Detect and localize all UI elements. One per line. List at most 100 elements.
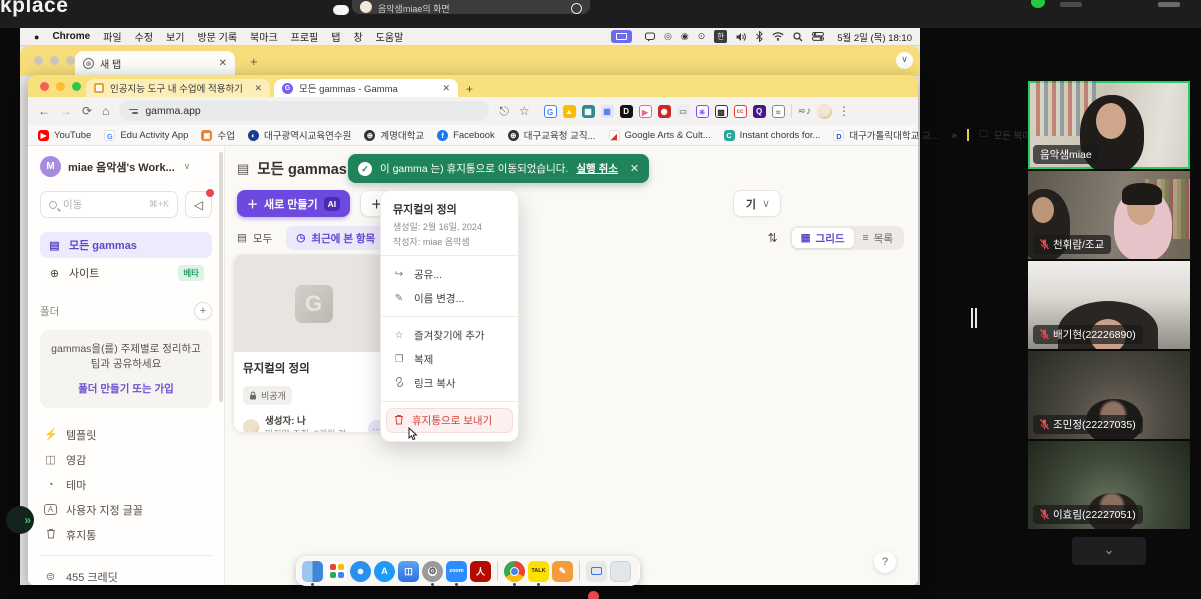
gamma-card[interactable]: G 뮤지컬의 정의 비공개 생성자: 나 마지막 — [233, 254, 394, 433]
home-icon[interactable]: ⌂ — [102, 104, 109, 118]
stop-share-icon[interactable] — [571, 3, 582, 14]
close-tab-icon[interactable]: ✕ — [254, 83, 262, 94]
wifi-icon[interactable] — [772, 32, 784, 41]
window-traffic-lights[interactable] — [40, 82, 81, 91]
launchpad-icon[interactable] — [326, 561, 347, 582]
gamma-extension-icon[interactable]: D — [620, 105, 633, 118]
profile-avatar[interactable] — [817, 104, 832, 119]
menu-item-duplicate[interactable]: ❐복제 — [381, 347, 518, 371]
drive-extension-icon[interactable]: ▲ — [563, 105, 576, 118]
cc-extension-icon[interactable]: cc — [734, 105, 747, 118]
q-extension-icon[interactable]: Q — [753, 105, 766, 118]
help-button[interactable]: ? — [874, 551, 896, 573]
bookmark-daegu-edu[interactable]: ◐대구광역시교육연수원 — [248, 128, 351, 142]
books-icon[interactable]: ◫ — [398, 561, 419, 582]
sort-icon[interactable]: ⇅ — [768, 231, 778, 245]
share-page-icon[interactable]: ⎋ — [499, 104, 509, 119]
translate-extension-icon[interactable]: G — [544, 105, 557, 118]
acrobat-icon[interactable]: 人 — [470, 561, 491, 582]
participant-video[interactable]: 음악샘miae — [1028, 81, 1190, 169]
control-center-icon[interactable] — [812, 32, 824, 41]
window-traffic-lights[interactable] — [34, 56, 75, 65]
participant-video[interactable]: 조민정(22227035) — [1028, 351, 1190, 439]
list-view-button[interactable]: ≡목록 — [854, 228, 902, 248]
create-folder-link[interactable]: 폴더 만들기 또는 가입 — [48, 381, 204, 396]
app-store-icon[interactable]: A — [374, 561, 395, 582]
toast-close-icon[interactable]: ✕ — [630, 162, 639, 175]
participant-video[interactable]: 천휘람/조교 — [1028, 171, 1190, 259]
sidebar-item-all-gammas[interactable]: ▤ 모든 gammas — [40, 232, 212, 258]
create-new-button[interactable]: ＋ 새로 만들기 AI — [237, 190, 350, 217]
filter-all[interactable]: ▤모두 — [237, 231, 272, 246]
menu-view[interactable]: 보기 — [166, 29, 184, 44]
search-icon[interactable] — [793, 32, 803, 42]
play-circle-icon[interactable]: ◉ — [681, 31, 689, 42]
menu-help[interactable]: 도움말 — [376, 29, 404, 44]
reload-icon[interactable]: ⟳ — [82, 104, 92, 118]
screen-share-pill[interactable]: 음악샘miae의 화면 — [352, 0, 590, 14]
menu-bookmarks[interactable]: 북마크 — [250, 29, 278, 44]
bluetooth-icon[interactable] — [756, 31, 763, 42]
record-circle-icon[interactable]: ⊙ — [698, 31, 706, 42]
sidebar-item-custom-fonts[interactable]: A사용자 지정 글꼴 — [40, 497, 212, 522]
menu-window[interactable]: 창 — [353, 29, 362, 44]
grid-teal-extension-icon[interactable]: ▦ — [582, 105, 595, 118]
bookmark-youtube[interactable]: ▶YouTube — [38, 130, 91, 141]
participant-video[interactable]: 이효림(22227051) — [1028, 441, 1190, 529]
collapsed-panel-chevron[interactable]: » — [6, 506, 34, 534]
screenshot-tool-icon[interactable] — [586, 561, 607, 582]
camera-extension-icon[interactable]: ◉ — [658, 105, 671, 118]
tab-all-gammas[interactable]: G 모든 gammas - Gamma ✕ — [274, 79, 458, 97]
bookmark-google-arts[interactable]: ◢Google Arts & Cult... — [609, 130, 711, 141]
menu-tab[interactable]: 탭 — [331, 29, 340, 44]
puzzle-extensions-icon[interactable]: ⌗ — [772, 105, 785, 118]
sidebar-item-templates[interactable]: ⚡템플릿 — [40, 422, 212, 447]
media-control-icon[interactable]: ≂♪ — [798, 106, 811, 117]
menu-item-rename[interactable]: ✎이름 변경... — [381, 286, 518, 310]
menu-profiles[interactable]: 프로필 — [291, 29, 319, 44]
hancom-editor-icon[interactable]: ✎ — [552, 561, 573, 582]
safari-icon[interactable] — [350, 561, 371, 582]
system-settings-icon[interactable]: ⚙ — [422, 561, 443, 582]
search-input[interactable]: 이동 ⌘+K — [40, 191, 178, 218]
korean-input-icon[interactable]: 한 — [714, 30, 727, 43]
tab-search-chevron[interactable]: ∨ — [896, 52, 913, 69]
bookmark-catholic-univ[interactable]: D대구가톨릭대학교 교... — [833, 128, 938, 142]
volume-icon[interactable] — [736, 32, 747, 42]
bookmarks-overflow-icon[interactable]: » — [952, 130, 957, 141]
sidebar-item-credits[interactable]: ⊜455 크레딧 — [40, 564, 212, 585]
trash-icon[interactable] — [610, 561, 631, 582]
menu-item-share[interactable]: ↪공유... — [381, 262, 518, 286]
chrome-icon[interactable] — [504, 561, 525, 582]
site-settings-icon[interactable] — [129, 109, 138, 114]
finder-icon[interactable] — [302, 561, 323, 582]
participant-video[interactable]: 배기현(22226890) — [1028, 261, 1190, 349]
bookmark-edu-activity[interactable]: GEdu Activity App — [104, 130, 188, 141]
chat-icon[interactable] — [645, 32, 655, 42]
add-folder-button[interactable]: + — [194, 302, 212, 320]
kakaotalk-icon[interactable]: TALK — [528, 561, 549, 582]
menubar-clock[interactable]: 5월 2일 (목) 18:10 — [837, 30, 912, 44]
menu-item-copy-link[interactable]: 링크 복사 — [381, 371, 518, 395]
menu-app-name[interactable]: Chrome — [52, 31, 90, 42]
tab-ai-tools[interactable]: 인공지능 도구 내 수업에 적용하기 ✕ — [86, 79, 270, 97]
collapse-videos-button[interactable]: ⌄ — [1072, 537, 1146, 565]
undo-link[interactable]: 실행 취소 — [576, 161, 618, 176]
announcements-button[interactable]: ◁ — [185, 191, 212, 218]
sidebar-item-themes[interactable]: ◔테마 — [40, 472, 212, 497]
import-button[interactable]: 기 ∨ — [733, 190, 781, 217]
back-icon[interactable]: ← — [38, 104, 50, 118]
menu-file[interactable]: 파일 — [103, 29, 121, 44]
bookmark-star-icon[interactable]: ☆ — [519, 104, 530, 118]
address-bar[interactable]: gamma.app — [119, 101, 489, 121]
sidebar-scrollbar[interactable] — [219, 152, 223, 402]
menu-edit[interactable]: 수정 — [135, 29, 153, 44]
new-tab-button[interactable]: + — [250, 54, 258, 69]
bookmark-facebook[interactable]: fFacebook — [437, 130, 495, 141]
close-tab-icon[interactable]: ✕ — [442, 83, 450, 94]
menu-item-favorite[interactable]: ☆즐겨찾기에 추가 — [381, 323, 518, 347]
sidebar-item-trash[interactable]: 휴지통 — [40, 522, 212, 547]
close-tab-icon[interactable]: ✕ — [219, 58, 227, 69]
bookmark-keimyung[interactable]: ⊕계명대학교 — [364, 128, 424, 142]
box-extension-icon[interactable]: ▭ — [677, 105, 690, 118]
